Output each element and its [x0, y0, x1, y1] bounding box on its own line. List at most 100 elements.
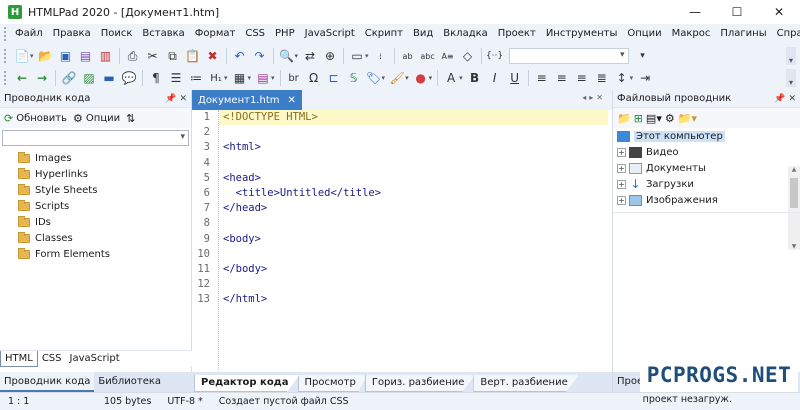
tab-navigation-icon[interactable]: ◂▸✕: [582, 93, 606, 102]
align-left-icon[interactable]: ≡: [533, 69, 551, 87]
align-right-icon[interactable]: ≡: [573, 69, 591, 87]
tree-item[interactable]: Hyperlinks: [0, 166, 191, 182]
folder-dropdown-icon[interactable]: 📁▾: [678, 112, 697, 125]
undo-icon[interactable]: ↶: [231, 47, 249, 65]
table-dropdown-icon[interactable]: ▾: [248, 74, 252, 82]
bold-icon[interactable]: B: [466, 69, 484, 87]
menu-tools[interactable]: Инструменты: [541, 24, 623, 44]
code-line[interactable]: </head>: [219, 201, 608, 216]
paste-icon[interactable]: 📋: [184, 47, 202, 65]
scroll-down-icon[interactable]: ▼: [788, 243, 800, 250]
forward-icon[interactable]: →: [33, 69, 51, 87]
tab-vertical-split[interactable]: Верт. разбиение: [473, 375, 579, 392]
link-icon[interactable]: 🔗: [60, 69, 78, 87]
form-dropdown-icon[interactable]: ▾: [271, 74, 275, 82]
find-dropdown-icon[interactable]: ▾: [295, 52, 299, 60]
line-break-icon[interactable]: br: [285, 69, 303, 87]
menu-search[interactable]: Поиск: [96, 24, 138, 44]
tree-item-downloads[interactable]: + ↓ Загрузки: [613, 176, 800, 192]
snippet-icon[interactable]: {··}: [486, 47, 504, 65]
tree-item[interactable]: Form Elements: [0, 246, 191, 262]
code-line[interactable]: <head>: [219, 171, 608, 186]
brush-dropdown-icon[interactable]: ▾: [405, 74, 409, 82]
file-tree-scrollbar[interactable]: ▲ ▼: [788, 166, 800, 250]
save-icon[interactable]: ▣: [57, 47, 75, 65]
menu-javascript[interactable]: JavaScript: [300, 24, 360, 44]
refresh-icon[interactable]: ⟳: [4, 112, 13, 125]
encoding[interactable]: UTF-8 *: [159, 396, 210, 407]
up-folder-icon[interactable]: 📁: [617, 112, 631, 125]
toolbar-overflow-icon[interactable]: ▾: [786, 47, 796, 65]
indent-icon[interactable]: ⇥: [636, 69, 654, 87]
scroll-up-icon[interactable]: ▲: [788, 166, 800, 173]
comment-icon[interactable]: 💬: [120, 69, 138, 87]
print-icon[interactable]: ⎙: [124, 47, 142, 65]
cut-icon[interactable]: ✂: [144, 47, 162, 65]
gear-icon[interactable]: ⚙: [665, 112, 675, 125]
close-button[interactable]: ✕: [758, 0, 800, 24]
layout-dropdown-icon[interactable]: ▾: [365, 52, 369, 60]
tab-library[interactable]: Библиотека: [94, 372, 165, 392]
panel-divider[interactable]: [613, 212, 800, 213]
tab-css[interactable]: CSS: [38, 351, 66, 367]
snippet-combo[interactable]: [508, 48, 629, 64]
line-height-icon[interactable]: ↕: [613, 69, 631, 87]
table-icon[interactable]: ▦: [231, 69, 249, 87]
tree-item[interactable]: Style Sheets: [0, 182, 191, 198]
pin-icon[interactable]: 📌 ✕: [165, 94, 187, 104]
code-line[interactable]: <title>Untitled</title>: [219, 186, 608, 201]
tab-preview[interactable]: Просмотр: [297, 375, 367, 392]
code-line[interactable]: </body>: [219, 262, 608, 277]
italic-icon[interactable]: I: [486, 69, 504, 87]
find-icon[interactable]: 🔍: [278, 47, 296, 65]
tab-horizontal-split[interactable]: Гориз. разбиение: [364, 375, 476, 392]
menu-format[interactable]: Формат: [190, 24, 241, 44]
spell-check-icon[interactable]: abc: [419, 47, 437, 65]
font-dropdown-icon[interactable]: ▾: [459, 74, 463, 82]
open-icon[interactable]: 📂: [37, 47, 55, 65]
justify-icon[interactable]: ≣: [593, 69, 611, 87]
menu-project[interactable]: Проект: [493, 24, 541, 44]
format-code-icon[interactable]: A≡: [439, 47, 457, 65]
sort-icon[interactable]: ⇅: [126, 112, 135, 125]
overflow-icon[interactable]: ⁞: [372, 47, 390, 65]
menu-file[interactable]: Файл: [10, 24, 48, 44]
clear-icon[interactable]: ◇: [459, 47, 477, 65]
code-line[interactable]: <!DOCTYPE HTML>: [219, 110, 608, 126]
code-editor[interactable]: 1 2 3 4 5 6 7 8 9 10 11 12 13 <!DOCTYPE …: [192, 110, 608, 370]
menubar-grip[interactable]: [4, 27, 6, 41]
expand-icon[interactable]: +: [617, 195, 626, 205]
tree-item[interactable]: Classes: [0, 230, 191, 246]
replace-text-icon[interactable]: ab: [399, 47, 417, 65]
menu-css[interactable]: CSS: [240, 24, 270, 44]
tag-dropdown-icon[interactable]: ▾: [382, 74, 386, 82]
tab-html[interactable]: HTML: [0, 350, 38, 367]
code-explorer-filter-combo[interactable]: [2, 130, 189, 146]
save-all-icon[interactable]: ▥: [97, 47, 115, 65]
minimize-button[interactable]: —: [674, 0, 716, 24]
code-line[interactable]: [219, 125, 608, 140]
close-tab-icon[interactable]: ✕: [288, 95, 296, 106]
image-icon[interactable]: ▨: [80, 69, 98, 87]
menu-php[interactable]: PHP: [270, 24, 300, 44]
script-icon[interactable]: ⊏: [325, 69, 343, 87]
tree-item[interactable]: IDs: [0, 214, 191, 230]
menu-tab[interactable]: Вкладка: [438, 24, 493, 44]
special-char-icon[interactable]: Ω: [305, 69, 323, 87]
tab-code-editor[interactable]: Редактор кода: [194, 375, 300, 392]
new-file-icon[interactable]: 📄: [13, 47, 31, 65]
pin-icon[interactable]: 📌 ✕: [774, 94, 796, 104]
delete-icon[interactable]: ✖: [204, 47, 222, 65]
paragraph-icon[interactable]: ¶: [147, 69, 165, 87]
tree-item-videos[interactable]: + Видео: [613, 144, 800, 160]
refresh-button[interactable]: Обновить: [16, 113, 67, 124]
tree-item[interactable]: Scripts: [0, 198, 191, 214]
new-file-dropdown-icon[interactable]: ▾: [30, 52, 34, 60]
code-line[interactable]: <html>: [219, 140, 608, 155]
gear-icon[interactable]: ⚙: [73, 112, 83, 125]
expand-icon[interactable]: +: [617, 179, 626, 189]
toolbar-grip[interactable]: [4, 71, 8, 85]
tab-javascript[interactable]: JavaScript: [66, 351, 124, 367]
back-icon[interactable]: ←: [13, 69, 31, 87]
bullet-list-icon[interactable]: ☰: [167, 69, 185, 87]
